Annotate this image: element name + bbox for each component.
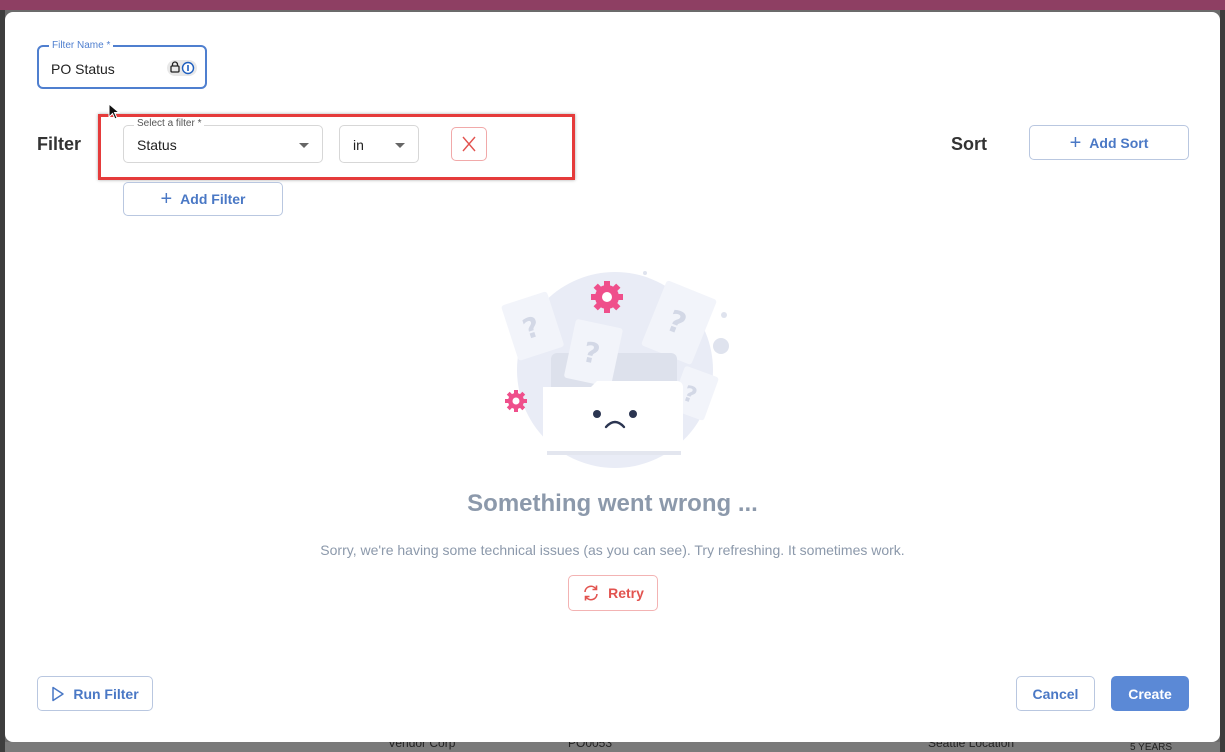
password-manager-icon[interactable]	[167, 60, 197, 76]
cancel-label: Cancel	[1032, 685, 1079, 702]
create-filter-modal: Filter Name * PO Status Filter Select a …	[5, 12, 1220, 742]
refresh-icon	[584, 585, 598, 601]
background-term-cell: 5 YEARS	[1130, 742, 1173, 752]
retry-label: Retry	[608, 585, 644, 601]
run-filter-label: Run Filter	[73, 685, 139, 702]
create-label: Create	[1128, 685, 1172, 702]
app-top-bar	[0, 0, 1225, 10]
background-location-cell: Seattle Location	[928, 742, 1015, 750]
cancel-button[interactable]: Cancel	[1016, 676, 1095, 711]
filter-row-highlight	[98, 114, 575, 180]
background-vendor-cell: Vendor Corp	[388, 742, 456, 750]
background-app-edge	[1220, 10, 1225, 752]
plus-icon: +	[160, 188, 173, 210]
filter-name-value[interactable]: PO Status	[51, 61, 115, 77]
background-po-cell: PO0053	[568, 742, 613, 750]
error-title: Something went wrong ...	[467, 490, 758, 517]
retry-button[interactable]: Retry	[568, 575, 658, 611]
add-filter-button[interactable]: + Add Filter	[123, 182, 283, 216]
create-button[interactable]: Create	[1111, 676, 1189, 711]
filter-name-field[interactable]: Filter Name * PO Status	[37, 40, 207, 89]
filter-section-title: Filter	[37, 134, 82, 154]
play-icon	[52, 686, 65, 701]
mouse-cursor-icon	[108, 103, 120, 120]
run-filter-button[interactable]: Run Filter	[37, 676, 153, 711]
add-sort-button[interactable]: + Add Sort	[1029, 125, 1189, 160]
filter-name-label: Filter Name *	[49, 40, 114, 51]
add-filter-label: Add Filter	[180, 191, 246, 207]
sort-section-title: Sort	[951, 134, 987, 154]
plus-icon: +	[1069, 131, 1082, 154]
sad-folder-illustration: ? ? ? ?	[501, 271, 729, 468]
error-message: Sorry, we're having some technical issue…	[320, 542, 905, 558]
add-sort-label: Add Sort	[1089, 134, 1149, 151]
background-table-peek: Vendor Corp PO0053 Seattle Location 5 YE…	[5, 742, 1220, 752]
